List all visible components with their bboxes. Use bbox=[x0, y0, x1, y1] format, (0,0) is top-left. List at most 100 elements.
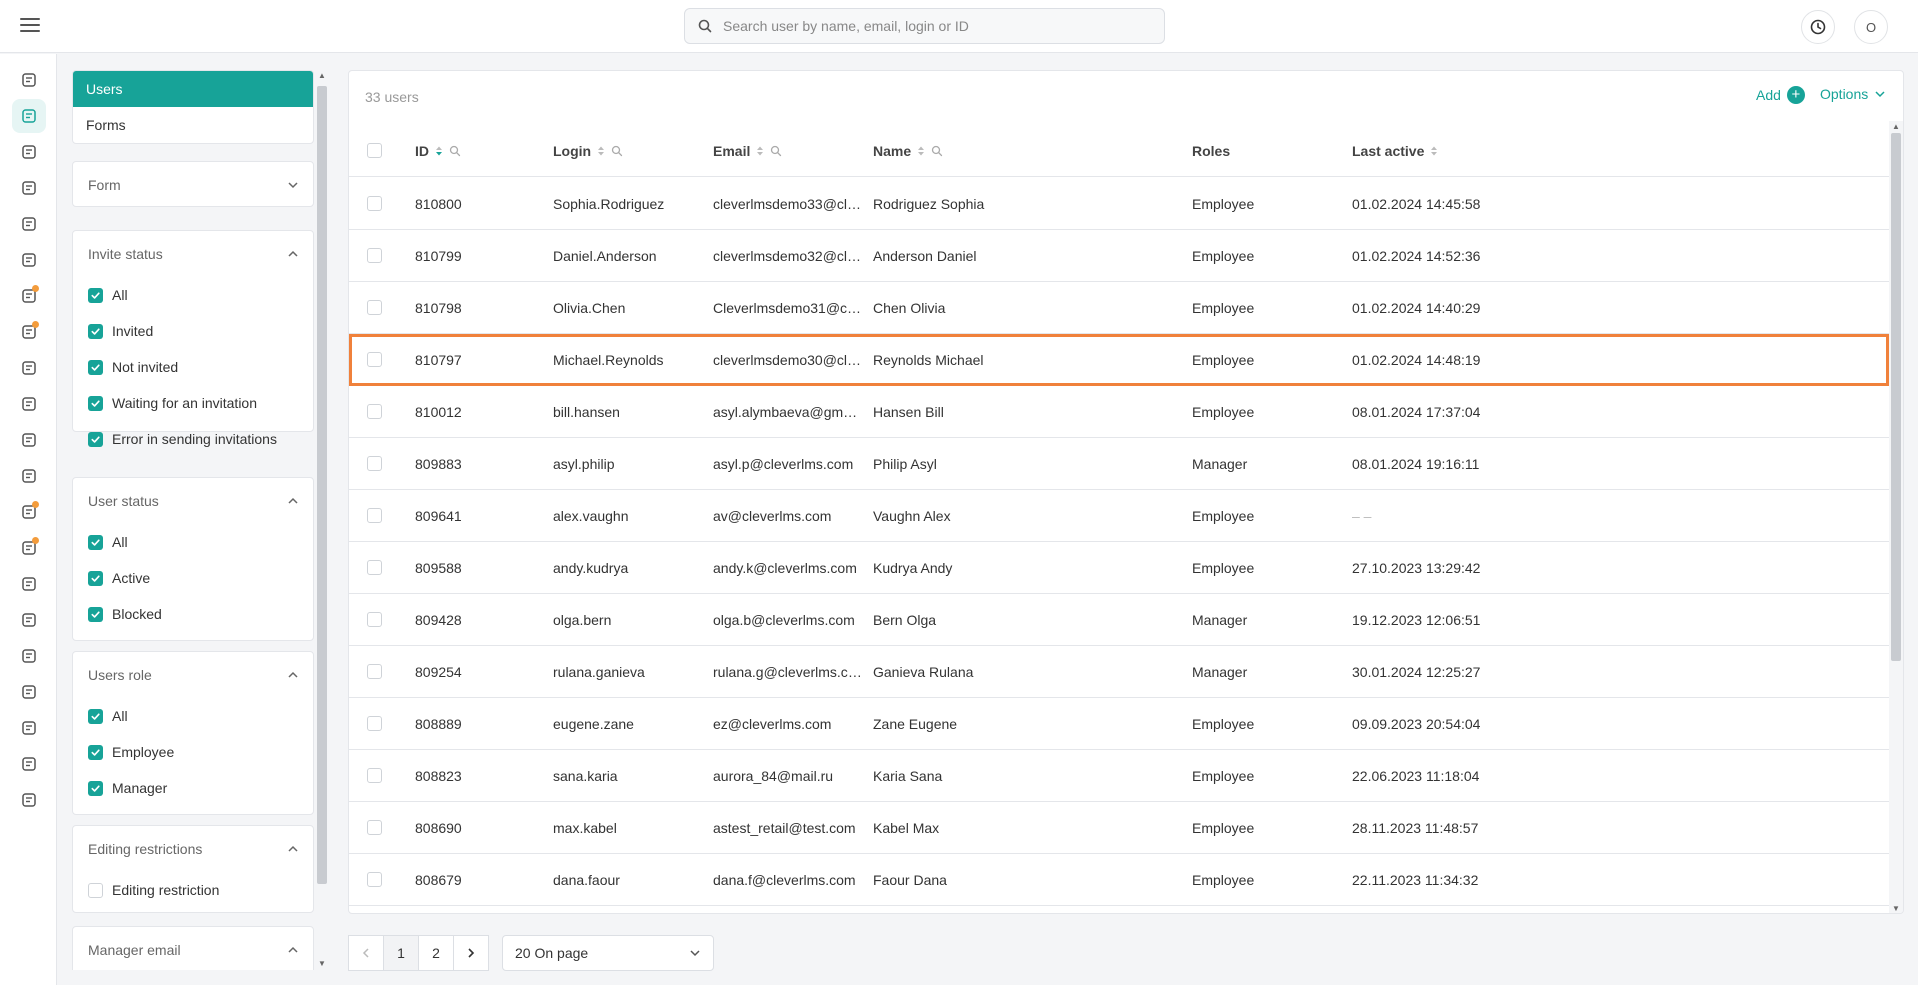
users-role-option-employee[interactable]: Employee bbox=[73, 734, 313, 770]
page-1-button[interactable]: 1 bbox=[383, 935, 419, 971]
form-filter[interactable]: Form bbox=[72, 161, 314, 207]
column-search-icon[interactable] bbox=[449, 145, 461, 157]
invite-status-option-error-in-sending-invitations[interactable]: Error in sending invitations bbox=[73, 421, 313, 457]
table-row[interactable]: 809428 olga.bern olga.b@cleverlms.com Bern … bbox=[349, 594, 1889, 646]
table-row[interactable]: 808690 max.kabel astest_retail@test.com Kab… bbox=[349, 802, 1889, 854]
checkbox[interactable] bbox=[88, 882, 103, 898]
table-scrollbar[interactable]: ▲ ▼ bbox=[1889, 121, 1903, 913]
scroll-down-arrow-icon[interactable]: ▼ bbox=[1890, 903, 1902, 913]
user-status-option-all[interactable]: All bbox=[73, 524, 313, 560]
column-header-id[interactable]: ID bbox=[415, 125, 461, 177]
table-row[interactable]: 809588 andy.kudrya andy.k@cleverlms.com Kud… bbox=[349, 542, 1889, 594]
invite-status-option-not-invited[interactable]: Not invited bbox=[73, 349, 313, 385]
table-row[interactable]: 810800 Sophia.Rodriguez cleverlmsdemo33@cl… bbox=[349, 178, 1889, 230]
column-search-icon[interactable] bbox=[770, 145, 782, 157]
tests-icon[interactable] bbox=[12, 207, 46, 241]
settings-icon[interactable] bbox=[12, 135, 46, 169]
checkbox[interactable] bbox=[88, 780, 103, 796]
gift-icon[interactable] bbox=[12, 603, 46, 637]
table-row[interactable]: 808823 sana.karia aurora_84@mail.ru Karia S… bbox=[349, 750, 1889, 802]
prev-page-button[interactable] bbox=[348, 935, 384, 971]
table-row[interactable]: 809254 rulana.ganieva rulana.g@cleverlms.c… bbox=[349, 646, 1889, 698]
invite-status-header[interactable]: Invite status bbox=[73, 231, 313, 277]
users-role-header[interactable]: Users role bbox=[73, 652, 313, 698]
search-input[interactable] bbox=[723, 18, 1143, 34]
options-button[interactable]: Options bbox=[1820, 86, 1886, 102]
table-row[interactable]: 810799 Daniel.Anderson cleverlmsdemo32@cle… bbox=[349, 230, 1889, 282]
user-status-header[interactable]: User status bbox=[73, 478, 313, 524]
trend-icon[interactable] bbox=[12, 675, 46, 709]
tab-users[interactable]: Users bbox=[73, 71, 313, 107]
column-search-icon[interactable] bbox=[611, 145, 623, 157]
table-scroll-thumb[interactable] bbox=[1891, 133, 1901, 661]
select-all-checkbox[interactable] bbox=[367, 143, 382, 158]
checkbox[interactable] bbox=[88, 744, 103, 760]
analytics-icon[interactable] bbox=[12, 171, 46, 205]
row-checkbox[interactable] bbox=[367, 612, 382, 627]
row-checkbox[interactable] bbox=[367, 716, 382, 731]
table-row[interactable]: 810798 Olivia.Chen Cleverlmsdemo31@clev...… bbox=[349, 282, 1889, 334]
column-header-login[interactable]: Login bbox=[553, 125, 623, 177]
row-checkbox[interactable] bbox=[367, 248, 382, 263]
checkbox[interactable] bbox=[88, 431, 103, 447]
table-row[interactable]: 809883 asyl.philip asyl.p@cleverlms.com Phi… bbox=[349, 438, 1889, 490]
star-icon[interactable] bbox=[12, 711, 46, 745]
sidebar-scrollbar[interactable]: ▲ ▼ bbox=[316, 70, 328, 970]
column-header-roles[interactable]: Roles bbox=[1192, 125, 1230, 177]
row-checkbox[interactable] bbox=[367, 768, 382, 783]
checkbox[interactable] bbox=[88, 287, 103, 303]
row-checkbox[interactable] bbox=[367, 456, 382, 471]
checkbox[interactable] bbox=[88, 708, 103, 724]
users-icon[interactable] bbox=[12, 99, 46, 133]
column-header-name[interactable]: Name bbox=[873, 125, 943, 177]
editing-restriction-option-editing-restriction[interactable]: Editing restriction bbox=[73, 872, 313, 908]
tab-forms[interactable]: Forms bbox=[73, 107, 313, 143]
checkbox[interactable] bbox=[88, 395, 103, 411]
row-checkbox[interactable] bbox=[367, 820, 382, 835]
checkbox[interactable] bbox=[88, 606, 103, 622]
monitor-icon[interactable] bbox=[12, 747, 46, 781]
trophy-icon[interactable] bbox=[12, 567, 46, 601]
checkbox[interactable] bbox=[88, 534, 103, 550]
user-check-icon[interactable] bbox=[12, 639, 46, 673]
invite-status-option-invited[interactable]: Invited bbox=[73, 313, 313, 349]
avatar[interactable]: O bbox=[1854, 10, 1888, 44]
search-box[interactable] bbox=[684, 8, 1165, 44]
menu-icon[interactable] bbox=[20, 15, 40, 35]
row-checkbox[interactable] bbox=[367, 300, 382, 315]
editing-restrictions-header[interactable]: Editing restrictions bbox=[73, 826, 313, 872]
invite-status-option-all[interactable]: All bbox=[73, 277, 313, 313]
checkbox[interactable] bbox=[88, 323, 103, 339]
scroll-up-arrow-icon[interactable]: ▲ bbox=[316, 70, 328, 82]
sort-icon[interactable] bbox=[435, 145, 443, 157]
table-row[interactable]: 808889 eugene.zane ez@cleverlms.com Zane Eu… bbox=[349, 698, 1889, 750]
library-icon[interactable] bbox=[12, 351, 46, 385]
support-icon[interactable] bbox=[12, 387, 46, 421]
checkbox[interactable] bbox=[88, 570, 103, 586]
column-header-email[interactable]: Email bbox=[713, 125, 782, 177]
documents-icon[interactable] bbox=[12, 243, 46, 277]
row-checkbox[interactable] bbox=[367, 508, 382, 523]
sidebar-scroll-thumb[interactable] bbox=[317, 86, 327, 884]
scroll-up-arrow-icon[interactable]: ▲ bbox=[1890, 121, 1902, 133]
courses-icon[interactable] bbox=[12, 63, 46, 97]
sort-icon[interactable] bbox=[597, 145, 605, 157]
users-role-option-manager[interactable]: Manager bbox=[73, 770, 313, 806]
tasks-icon[interactable] bbox=[12, 315, 46, 349]
manager-email-header[interactable]: Manager email bbox=[73, 927, 313, 970]
sort-icon[interactable] bbox=[1430, 145, 1438, 157]
page-2-button[interactable]: 2 bbox=[418, 935, 454, 971]
row-checkbox[interactable] bbox=[367, 352, 382, 367]
history-button[interactable] bbox=[1801, 10, 1835, 44]
row-checkbox[interactable] bbox=[367, 872, 382, 887]
events-icon[interactable] bbox=[12, 423, 46, 457]
invite-status-option-waiting-for-an-invitation[interactable]: Waiting for an invitation bbox=[73, 385, 313, 421]
checkbox[interactable] bbox=[88, 359, 103, 375]
table-row[interactable]: 810012 bill.hansen asyl.alymbaeva@gmail.c.… bbox=[349, 386, 1889, 438]
sort-icon[interactable] bbox=[917, 145, 925, 157]
video-icon[interactable] bbox=[12, 531, 46, 565]
per-page-select[interactable]: 20 On page bbox=[502, 935, 714, 971]
column-search-icon[interactable] bbox=[931, 145, 943, 157]
users-role-option-all[interactable]: All bbox=[73, 698, 313, 734]
info-icon[interactable] bbox=[12, 459, 46, 493]
